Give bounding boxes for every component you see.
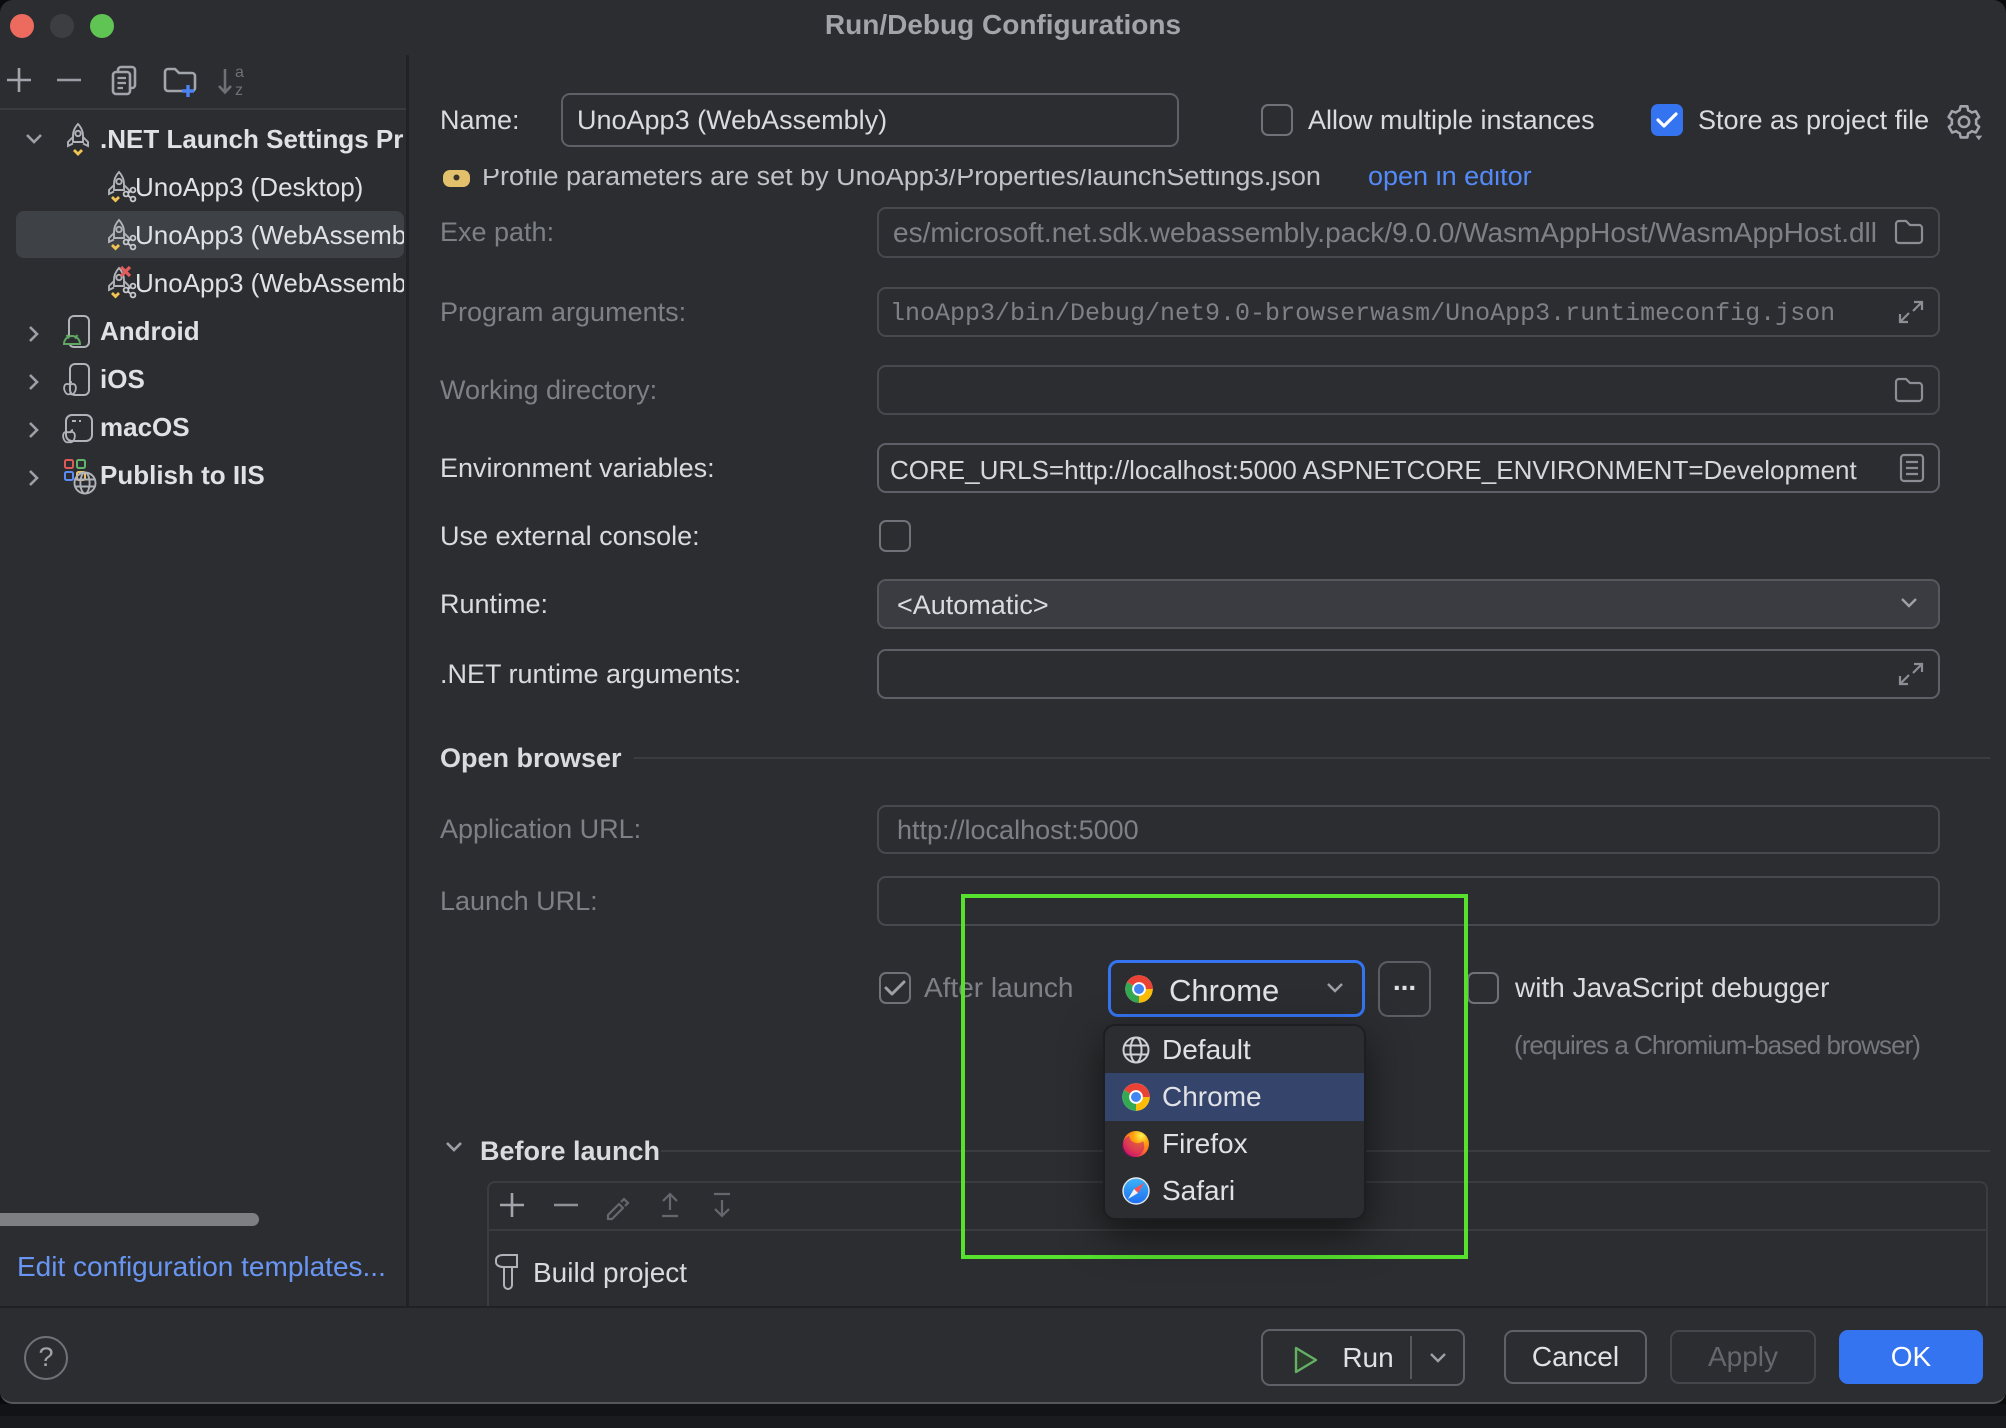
svg-text:z: z (235, 82, 243, 99)
svg-text:a: a (235, 64, 244, 81)
